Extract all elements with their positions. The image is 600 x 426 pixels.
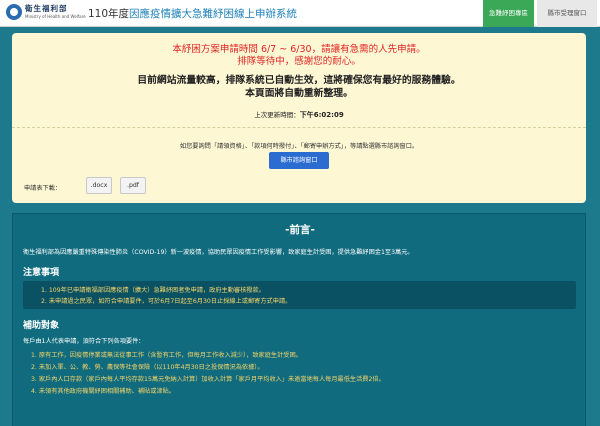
relief-info-panel: -前言- 衛生福利部為因應嚴重特殊傳染性肺炎（COVID-19）新一波疫情，協助… bbox=[12, 213, 586, 426]
county-consultation-button[interactable]: 縣市諮詢窗口 bbox=[269, 152, 329, 169]
site-title-accent: 因應疫情擴大急難紓困線上申辦系統 bbox=[129, 8, 298, 20]
preface-heading: -前言- bbox=[285, 224, 315, 236]
notice-queue-waiting: 排隊等待中，感謝您的耐心。 bbox=[237, 56, 361, 67]
queue-notice-card: 本紓困方案申請時間 6/7 ~ 6/30，請讓有急需的人先申請。 排隊等待中，感… bbox=[12, 33, 586, 203]
download-docx-button[interactable]: .docx bbox=[86, 177, 112, 194]
ministry-logo[interactable]: 衛生福利部 Ministry of Health and Welfare bbox=[6, 3, 86, 23]
target-intro: 每戶由1人代表申請，須符合下列各項要件： bbox=[23, 338, 145, 345]
ministry-emblem-icon bbox=[6, 4, 22, 20]
site-header: 衛生福利部 Ministry of Health and Welfare 110… bbox=[0, 0, 600, 27]
last-update: 上次更新時間：下午6:02:09 bbox=[12, 109, 586, 120]
condition-item-4: 4. 未領有其他政府機關紓困相關補助、補貼或津貼。 bbox=[31, 388, 175, 395]
condition-item-1: 1. 原有工作，因疫情停業或無法從事工作（含暫有工作，但每月工作收入減少），致家… bbox=[31, 352, 302, 359]
notice-high-traffic: 目前網站流量較高，排隊系統已自動生效，這將確保您有最好的服務體驗。 bbox=[137, 75, 461, 86]
logo-chinese-name: 衛生福利部 bbox=[25, 4, 68, 13]
target-heading: 補助對象 bbox=[23, 321, 60, 331]
condition-item-2: 2. 未加入軍、公、教、勞、農保等社會保險（以110年4月30日之投保情況為依據… bbox=[31, 364, 264, 371]
condition-item-3: 3. 家戶內人口存款（家戶內每人平均存款15萬元免納入計算）加收入計算「家戶月平… bbox=[31, 376, 385, 383]
notes-box: 1. 109年已申請衛福部因應疫情（擴大）急難紓困者免申請，政府主動審核撥款。 … bbox=[23, 281, 576, 309]
notes-heading: 注意事項 bbox=[23, 268, 60, 278]
application-form-download-label: 申請表下載： bbox=[24, 185, 62, 192]
tab-county-service-window[interactable]: 縣市受理窗口 bbox=[537, 0, 597, 27]
site-title: 110年度因應疫情擴大急難紓困線上申辦系統 bbox=[88, 6, 297, 21]
notice-auto-refresh: 本頁面將自動重新整理。 bbox=[245, 88, 353, 99]
site-title-prefix: 110年度 bbox=[88, 8, 130, 20]
last-update-label: 上次更新時間： bbox=[254, 111, 300, 119]
note-item-2: 2. 未申請過之民眾，如符合申請要件，可於6月7日起至6月30日止採線上或郵寄方… bbox=[41, 298, 292, 305]
last-update-time: 下午6:02:09 bbox=[299, 111, 344, 119]
logo-english-name: Ministry of Health and Welfare bbox=[25, 14, 86, 19]
notice-divider bbox=[12, 127, 586, 128]
download-pdf-button[interactable]: .pdf bbox=[120, 177, 146, 194]
preface-intro: 衛生福利部為因應嚴重特殊傳染性肺炎（COVID-19）新一波疫情，協助民眾因疫情… bbox=[23, 249, 414, 256]
note-item-1: 1. 109年已申請衛福部因應疫情（擴大）急難紓困者免申請，政府主動審核撥款。 bbox=[41, 287, 265, 294]
tab-emergency-relief[interactable]: 急難紓困專區 bbox=[483, 0, 534, 27]
query-instructions: 如您要詢問「請領資格」、「款項何時撥付」、「郵寄申辦方式」，等請點選縣市諮詢窗口… bbox=[179, 143, 419, 150]
